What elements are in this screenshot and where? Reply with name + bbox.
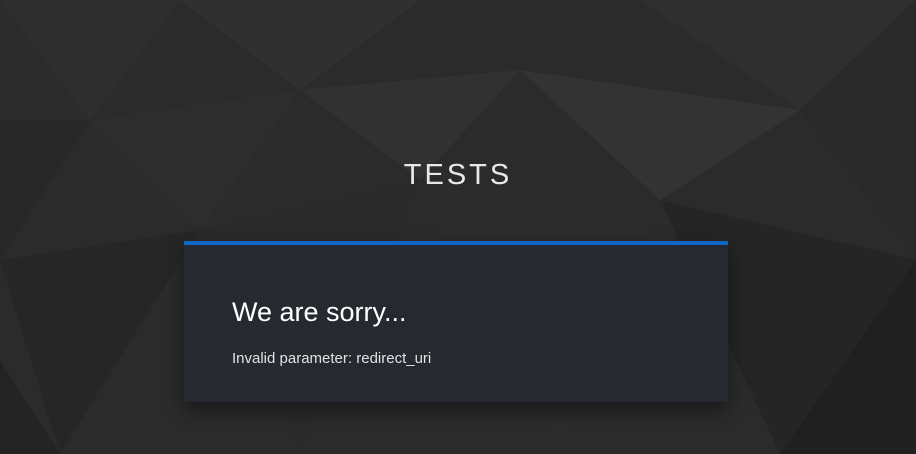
error-message: Invalid parameter: redirect_uri — [232, 350, 432, 367]
error-card: We are sorry... Invalid parameter: redir… — [184, 241, 728, 402]
error-heading: We are sorry... — [232, 297, 407, 327]
realm-title: TESTS — [403, 159, 513, 191]
